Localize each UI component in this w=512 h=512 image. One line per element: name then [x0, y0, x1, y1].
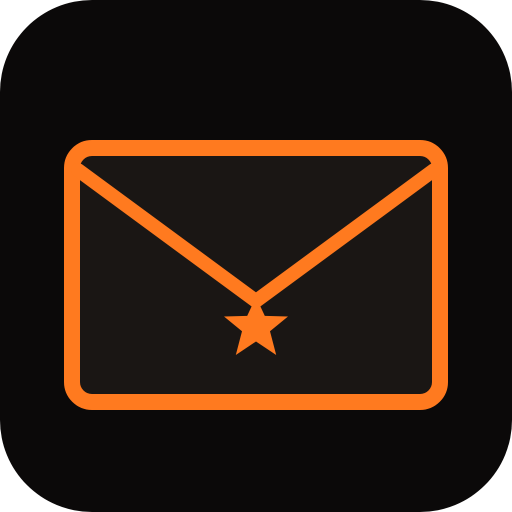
app-icon	[0, 0, 512, 512]
app-icon-svg	[0, 0, 512, 512]
envelope-icon	[64, 140, 448, 410]
envelope-body	[64, 140, 448, 410]
